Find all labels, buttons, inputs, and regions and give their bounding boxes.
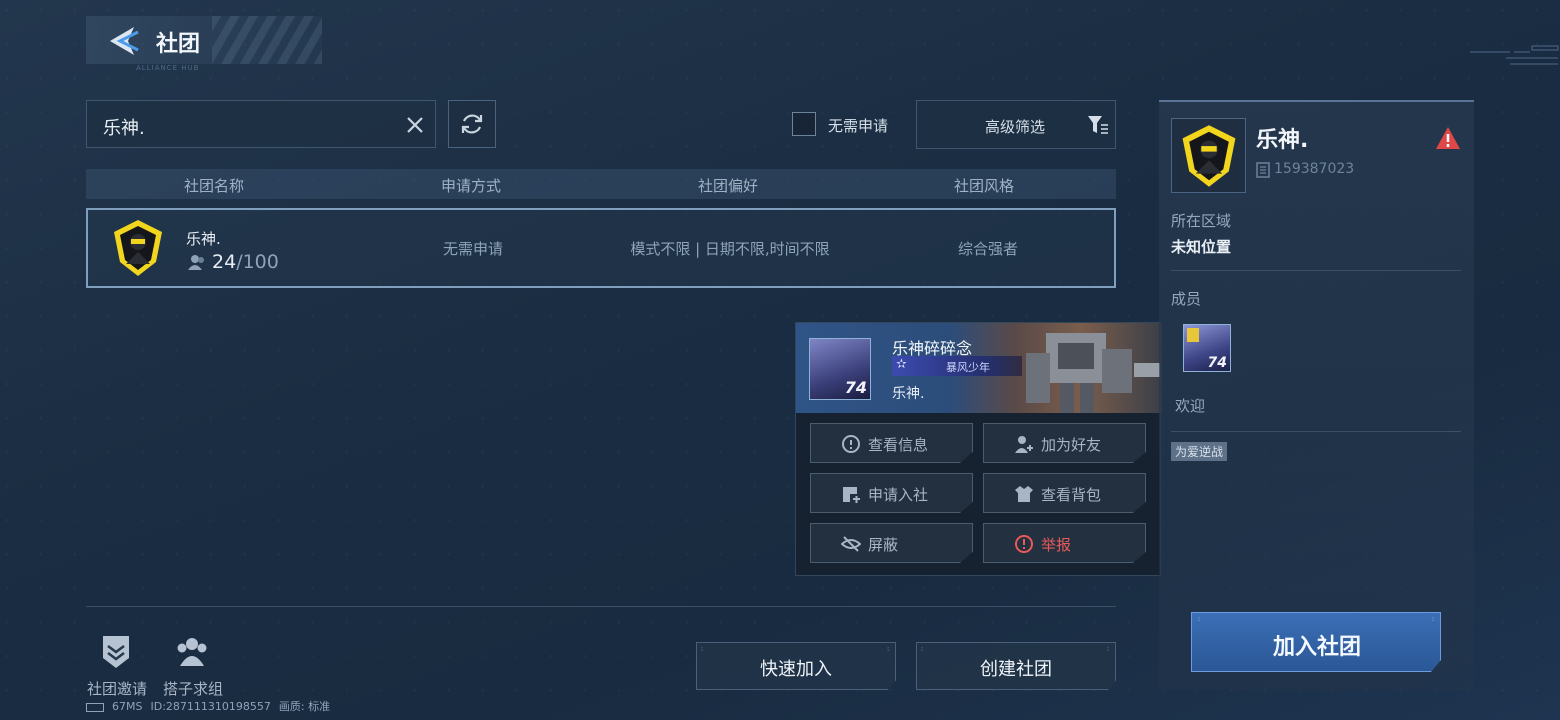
club-emblem-frame [1171, 118, 1246, 193]
members-icon [188, 255, 204, 270]
view-info-button[interactable]: 查看信息 [810, 423, 973, 463]
club-detail-panel: 乐神. 159387023 所在区域 未知位置 成员 74 欢迎 为爱逆战 [1159, 100, 1474, 690]
divider [1171, 270, 1461, 271]
filter-icon [1088, 116, 1108, 134]
leader-badge-icon [1187, 328, 1199, 342]
eye-off-icon [841, 536, 861, 552]
quick-join-label: 快速加入 [760, 659, 832, 680]
block-label: 屏蔽 [868, 536, 899, 554]
club-invite-button[interactable]: 社团邀请 [82, 634, 152, 700]
player-title: 暴风少年 [946, 361, 990, 374]
report-button[interactable]: 举报 [983, 523, 1146, 563]
club-tag: 为爱逆战 [1171, 442, 1228, 461]
ping-readout: 67MS [112, 700, 143, 713]
group-icon [177, 638, 207, 666]
club-style: 综合强者 [957, 240, 1019, 258]
player-level: 74 [844, 378, 867, 397]
member-count-max: /100 [236, 251, 279, 273]
region-value: 未知位置 [1171, 238, 1232, 256]
apply-method: 无需申请 [442, 240, 504, 258]
battery-icon [86, 702, 104, 712]
column-header-name: 社团名称 [183, 177, 245, 195]
corner-mark-icon: ⁝ [887, 646, 889, 653]
apply-join-label: 申请入社 [868, 486, 929, 504]
hud-decoration-icon [1470, 45, 1559, 65]
page-title: 社团 [156, 32, 201, 57]
join-club-label: 加入社团 [1272, 635, 1361, 660]
block-button[interactable]: 屏蔽 [810, 523, 973, 563]
quick-join-button[interactable]: ⁝ ⁝ 快速加入 [696, 642, 896, 690]
club-detail-name: 乐神. [1256, 128, 1309, 153]
corner-mark-icon: ⁝ [1107, 646, 1109, 653]
page-subtitle: ALLIANCE HUB [136, 64, 200, 72]
alert-circle-icon [1015, 535, 1033, 553]
member-count-current: 24 [212, 251, 237, 273]
create-club-button[interactable]: ⁝ ⁝ 创建社团 [916, 642, 1116, 690]
member-level: 74 [1207, 355, 1227, 371]
search-value: 乐神. [103, 118, 145, 139]
partner-group-button[interactable]: 搭子求组 [158, 634, 228, 700]
search-input[interactable]: 乐神. [86, 100, 436, 148]
add-friend-label: 加为好友 [1041, 436, 1102, 454]
add-friend-button[interactable]: 加为好友 [983, 423, 1146, 463]
member-count: 24/100 [212, 251, 279, 273]
document-icon [1256, 162, 1270, 178]
club-emblem-icon [114, 220, 162, 276]
player-id: ID:287111310198557 [150, 700, 271, 713]
close-icon[interactable] [403, 113, 427, 137]
table-row[interactable]: 乐神. 24/100 无需申请 模式不限 | 日期不限,时间不限 综合强者 [86, 208, 1116, 288]
apply-join-button[interactable]: 申请入社 [810, 473, 973, 513]
view-bag-button[interactable]: 查看背包 [983, 473, 1146, 513]
refresh-icon [461, 114, 483, 134]
mech-banner-icon [1026, 333, 1160, 413]
corner-mark-icon: ⁝ [1432, 616, 1434, 623]
player-avatar[interactable]: 74 [809, 338, 871, 400]
corner-mark-icon: ⁝ [701, 646, 703, 653]
view-info-label: 查看信息 [868, 436, 929, 454]
add-friend-icon [1015, 436, 1033, 453]
warning-icon[interactable] [1435, 126, 1461, 150]
club-invite-label: 社团邀请 [86, 680, 147, 698]
club-emblem-icon [1182, 125, 1236, 187]
graphics-quality: 画质: 标准 [278, 700, 331, 713]
create-club-label: 创建社团 [980, 659, 1052, 680]
club-id: 159387023 [1274, 161, 1355, 177]
members-label: 成员 [1171, 290, 1202, 308]
member-avatar[interactable]: 74 [1183, 324, 1231, 372]
player-club: 乐神. [892, 386, 925, 402]
player-popup: 74 乐神碎碎念 ✫ 暴风少年 乐神. 查看信息 加为好友 申请入社 查看背包 … [795, 322, 1162, 576]
info-icon [842, 435, 860, 453]
star-icon: ✫ [896, 357, 907, 372]
apply-club-icon [843, 487, 860, 503]
divider [86, 606, 1116, 607]
club-preference: 模式不限 | 日期不限,时间不限 [630, 240, 830, 258]
player-banner: 74 乐神碎碎念 ✫ 暴风少年 乐神. [796, 323, 1162, 413]
column-header-preference: 社团偏好 [697, 177, 759, 195]
corner-mark-icon: ⁝ [1198, 616, 1200, 623]
club-name: 乐神. [186, 230, 221, 248]
shirt-icon [1015, 486, 1033, 502]
advanced-filter-label: 高级筛选 [984, 118, 1045, 136]
advanced-filter-button[interactable]: 高级筛选 [916, 100, 1116, 149]
divider [1171, 431, 1461, 432]
welcome-label: 欢迎 [1175, 397, 1206, 415]
join-club-button[interactable]: ⁝ ⁝ 加入社团 [1191, 612, 1441, 672]
player-title-badge: ✫ 暴风少年 [892, 356, 1022, 376]
badge-icon [103, 636, 129, 668]
report-label: 举报 [1041, 536, 1072, 554]
region-label: 所在区域 [1171, 212, 1232, 230]
no-application-checkbox[interactable] [792, 112, 816, 136]
table-header: 社团名称 申请方式 社团偏好 社团风格 [86, 169, 1116, 199]
refresh-button[interactable] [448, 100, 496, 148]
corner-mark-icon: ⁝ [921, 646, 923, 653]
back-arrow-icon[interactable] [104, 24, 140, 58]
status-bar: 67MS ID:287111310198557 画质: 标准 [86, 698, 338, 714]
partner-group-label: 搭子求组 [162, 680, 223, 698]
column-header-apply: 申请方式 [440, 177, 502, 195]
column-header-style: 社团风格 [953, 177, 1015, 195]
view-bag-label: 查看背包 [1041, 486, 1102, 504]
no-application-label: 无需申请 [828, 117, 889, 135]
